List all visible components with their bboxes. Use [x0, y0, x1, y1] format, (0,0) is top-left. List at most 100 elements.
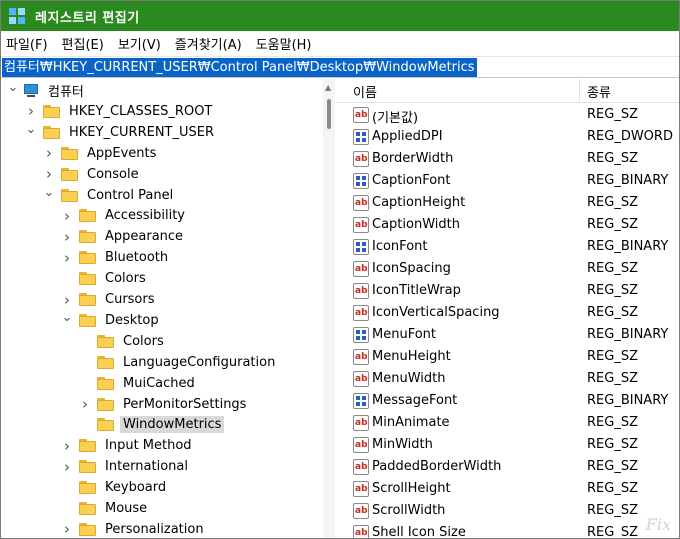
binary-value-icon: [353, 239, 369, 255]
folder-icon: [61, 146, 78, 160]
tree-node[interactable]: › PerMonitorSettings: [79, 394, 249, 415]
chevron-right-icon[interactable]: ›: [61, 435, 73, 456]
value-name: IconTitleWrap: [372, 283, 461, 298]
chevron-right-icon[interactable]: ›: [43, 143, 55, 164]
value-row[interactable]: ab ScrollHeight REG_SZ: [336, 478, 679, 500]
chevron-down-icon[interactable]: ⌄: [7, 79, 19, 98]
chevron-right-icon[interactable]: ›: [61, 247, 73, 268]
value-type: REG_BINARY: [587, 393, 669, 408]
tree-node-label: HKEY_CURRENT_USER: [69, 124, 215, 140]
value-row[interactable]: ab CaptionHeight REG_SZ: [336, 192, 679, 214]
chevron-down-icon[interactable]: ⌄: [61, 307, 73, 328]
registry-editor-window: 레지스트리 편집기 파일(F) 편집(E) 보기(V) 즐겨찾기(A) 도움말(…: [0, 0, 680, 539]
menu-help[interactable]: 도움말(H): [251, 34, 317, 53]
scrollbar-thumb[interactable]: [327, 99, 331, 129]
value-row[interactable]: ab MenuWidth REG_SZ: [336, 368, 679, 390]
column-header-type[interactable]: 종류: [587, 82, 611, 101]
string-value-icon: ab: [353, 283, 369, 299]
chevron-right-icon[interactable]: ›: [79, 394, 91, 415]
value-row[interactable]: ab BorderWidth REG_SZ: [336, 148, 679, 170]
tree-node[interactable]: › Appearance: [61, 226, 186, 247]
value-row[interactable]: MenuFont REG_BINARY: [336, 324, 679, 346]
value-type: REG_SZ: [587, 305, 638, 320]
value-name: CaptionWidth: [372, 217, 460, 232]
value-type: REG_SZ: [587, 261, 638, 276]
tree-node[interactable]: › Bluetooth: [61, 247, 171, 268]
value-row[interactable]: MessageFont REG_BINARY: [336, 390, 679, 412]
tree-node[interactable]: ⌄ 컴퓨터: [7, 80, 87, 101]
value-name: IconSpacing: [372, 261, 451, 276]
tree-node[interactable]: › HKEY_CLASSES_ROOT: [25, 101, 215, 122]
address-bar[interactable]: 컴퓨터₩HKEY_CURRENT_USER₩Control Panel₩Desk…: [1, 56, 679, 78]
scroll-up-arrow-icon[interactable]: ▲: [325, 83, 331, 92]
tree-node[interactable]: › Input Method: [61, 435, 195, 456]
tree-node[interactable]: Mouse: [61, 498, 150, 519]
chevron-down-icon[interactable]: ⌄: [25, 119, 37, 140]
value-row[interactable]: ab IconSpacing REG_SZ: [336, 258, 679, 280]
menu-favorites[interactable]: 즐겨찾기(A): [170, 34, 247, 53]
value-row[interactable]: ab MinAnimate REG_SZ: [336, 412, 679, 434]
tree-scrollbar[interactable]: ▲: [323, 79, 335, 538]
tree-node[interactable]: LanguageConfiguration: [79, 352, 278, 373]
computer-icon: [23, 83, 39, 98]
tree-node-label: International: [105, 459, 188, 475]
menu-edit[interactable]: 편집(E): [57, 34, 109, 53]
tree-node-label: Appearance: [105, 229, 184, 245]
value-type: REG_BINARY: [587, 239, 669, 254]
chevron-right-icon[interactable]: ›: [61, 456, 73, 477]
value-type: REG_BINARY: [587, 327, 669, 342]
tree-node[interactable]: ⌄ Desktop: [61, 310, 162, 331]
string-value-icon: ab: [353, 261, 369, 277]
address-path[interactable]: 컴퓨터₩HKEY_CURRENT_USER₩Control Panel₩Desk…: [2, 57, 477, 77]
tree-node[interactable]: › AppEvents: [43, 143, 159, 164]
tree-node[interactable]: › Console: [43, 164, 142, 185]
tree-node-label: LanguageConfiguration: [123, 354, 276, 370]
tree-node[interactable]: › International: [61, 456, 191, 477]
tree-node[interactable]: › Accessibility: [61, 205, 188, 226]
value-row[interactable]: ab IconVerticalSpacing REG_SZ: [336, 302, 679, 324]
value-row[interactable]: ab CaptionWidth REG_SZ: [336, 214, 679, 236]
tree-node[interactable]: › Cursors: [61, 289, 158, 310]
tree-node[interactable]: MuiCached: [79, 373, 198, 394]
value-type: REG_SZ: [587, 151, 638, 166]
tree-node[interactable]: ⌄ Control Panel: [43, 185, 176, 206]
tree-node-label: Mouse: [105, 501, 148, 516]
menu-file[interactable]: 파일(F): [1, 34, 53, 53]
value-row[interactable]: ab Shell Icon Size REG_SZ: [336, 522, 679, 538]
column-separator[interactable]: [579, 79, 580, 103]
value-row[interactable]: ab (기본값) REG_SZ: [336, 104, 679, 126]
folder-icon: [97, 397, 114, 411]
string-value-icon: ab: [353, 437, 369, 453]
folder-icon: [79, 439, 96, 453]
folder-icon: [79, 481, 96, 495]
chevron-down-icon[interactable]: ⌄: [43, 182, 55, 203]
chevron-right-icon[interactable]: ›: [61, 226, 73, 247]
string-value-icon: ab: [353, 525, 369, 538]
tree-node[interactable]: WindowMetrics: [79, 414, 225, 435]
chevron-right-icon[interactable]: ›: [61, 519, 73, 538]
value-row[interactable]: AppliedDPI REG_DWORD: [336, 126, 679, 148]
value-row[interactable]: ab ScrollWidth REG_SZ: [336, 500, 679, 522]
tree-node[interactable]: Keyboard: [61, 477, 169, 498]
tree-node[interactable]: › Personalization: [61, 519, 207, 538]
value-row[interactable]: ab MenuHeight REG_SZ: [336, 346, 679, 368]
value-row[interactable]: IconFont REG_BINARY: [336, 236, 679, 258]
tree-node[interactable]: Colors: [79, 331, 167, 352]
value-row[interactable]: ab IconTitleWrap REG_SZ: [336, 280, 679, 302]
column-header-name[interactable]: 이름: [353, 82, 377, 101]
folder-icon: [97, 376, 114, 390]
folder-icon: [79, 460, 96, 474]
value-type: REG_SZ: [587, 437, 638, 452]
tree-node[interactable]: Colors: [61, 268, 149, 289]
chevron-right-icon[interactable]: ›: [61, 205, 73, 226]
tree-node-label: Accessibility: [105, 208, 185, 224]
menu-view[interactable]: 보기(V): [113, 34, 166, 53]
value-row[interactable]: ab PaddedBorderWidth REG_SZ: [336, 456, 679, 478]
value-name: CaptionHeight: [372, 195, 466, 210]
value-row[interactable]: ab MinWidth REG_SZ: [336, 434, 679, 456]
window-title: 레지스트리 편집기: [35, 10, 140, 26]
value-row[interactable]: CaptionFont REG_BINARY: [336, 170, 679, 192]
tree-node[interactable]: ⌄ HKEY_CURRENT_USER: [25, 122, 217, 143]
